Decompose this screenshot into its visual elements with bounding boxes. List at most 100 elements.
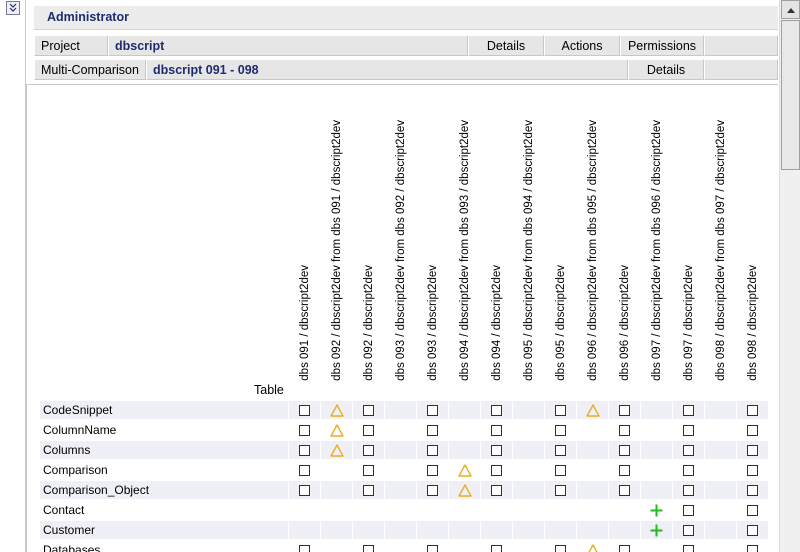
grid-cell[interactable] <box>353 401 384 419</box>
checkbox-icon[interactable] <box>555 464 566 476</box>
checkbox-icon[interactable] <box>619 404 630 416</box>
checkbox-icon[interactable] <box>747 444 758 456</box>
grid-cell[interactable] <box>737 541 768 552</box>
checkbox-icon[interactable] <box>619 544 630 552</box>
grid-cell[interactable] <box>289 441 320 459</box>
checkbox-icon[interactable] <box>747 424 758 436</box>
grid-cell[interactable] <box>545 401 576 419</box>
warning-triangle-icon[interactable] <box>586 543 600 552</box>
checkbox-icon[interactable] <box>299 444 310 456</box>
grid-cell[interactable] <box>673 421 704 439</box>
checkbox-icon[interactable] <box>555 444 566 456</box>
checkbox-icon[interactable] <box>299 484 310 496</box>
checkbox-icon[interactable] <box>427 404 438 416</box>
checkbox-icon[interactable] <box>747 484 758 496</box>
grid-cell[interactable] <box>417 441 448 459</box>
grid-cell[interactable] <box>289 401 320 419</box>
checkbox-icon[interactable] <box>747 504 758 516</box>
checkbox-icon[interactable] <box>491 444 502 456</box>
grid-cell[interactable] <box>609 461 640 479</box>
checkbox-icon[interactable] <box>555 544 566 552</box>
checkbox-icon[interactable] <box>299 464 310 476</box>
scroll-thumb[interactable] <box>781 20 800 170</box>
added-plus-icon[interactable] <box>650 504 663 517</box>
grid-cell[interactable] <box>481 461 512 479</box>
checkbox-icon[interactable] <box>747 464 758 476</box>
grid-cell[interactable] <box>353 461 384 479</box>
warning-triangle-icon[interactable] <box>585 403 600 417</box>
warning-triangle-icon[interactable] <box>329 403 344 417</box>
warning-triangle-icon[interactable] <box>457 463 472 477</box>
grid-cell[interactable] <box>289 421 320 439</box>
checkbox-icon[interactable] <box>555 424 566 436</box>
grid-cell[interactable] <box>673 441 704 459</box>
grid-cell[interactable] <box>321 421 352 439</box>
checkbox-icon[interactable] <box>683 504 694 516</box>
grid-cell[interactable] <box>449 461 480 479</box>
grid-cell[interactable] <box>641 501 672 519</box>
checkbox-icon[interactable] <box>363 424 374 436</box>
table-name[interactable]: Customer <box>40 521 288 539</box>
checkbox-icon[interactable] <box>299 424 310 436</box>
table-name[interactable]: Contact <box>40 501 288 519</box>
grid-cell[interactable] <box>577 401 608 419</box>
checkbox-icon[interactable] <box>427 464 438 476</box>
grid-cell[interactable] <box>321 441 352 459</box>
grid-cell[interactable] <box>673 521 704 539</box>
grid-cell[interactable] <box>353 441 384 459</box>
warning-triangle-icon[interactable] <box>329 443 344 457</box>
checkbox-icon[interactable] <box>491 424 502 436</box>
checkbox-icon[interactable] <box>683 444 694 456</box>
table-name[interactable]: Comparison_Object <box>40 481 288 499</box>
checkbox-icon[interactable] <box>747 404 758 416</box>
grid-cell[interactable] <box>417 541 448 552</box>
checkbox-icon[interactable] <box>299 544 310 552</box>
grid-cell[interactable] <box>321 401 352 419</box>
grid-cell[interactable] <box>289 481 320 499</box>
warning-triangle-icon[interactable] <box>457 483 472 497</box>
checkbox-icon[interactable] <box>491 404 502 416</box>
grid-cell[interactable] <box>481 541 512 552</box>
checkbox-icon[interactable] <box>683 484 694 496</box>
grid-cell[interactable] <box>609 441 640 459</box>
grid-cell[interactable] <box>289 461 320 479</box>
grid-cell[interactable] <box>353 541 384 552</box>
checkbox-icon[interactable] <box>619 444 630 456</box>
checkbox-icon[interactable] <box>299 404 310 416</box>
grid-cell[interactable] <box>737 401 768 419</box>
grid-cell[interactable] <box>289 541 320 552</box>
grid-cell[interactable] <box>609 481 640 499</box>
checkbox-icon[interactable] <box>619 484 630 496</box>
grid-cell[interactable] <box>673 481 704 499</box>
grid-cell[interactable] <box>417 421 448 439</box>
grid-cell[interactable] <box>673 501 704 519</box>
checkbox-icon[interactable] <box>427 484 438 496</box>
checkbox-icon[interactable] <box>619 424 630 436</box>
grid-cell[interactable] <box>417 461 448 479</box>
table-name[interactable]: CodeSnippet <box>40 401 288 419</box>
grid-cell[interactable] <box>449 481 480 499</box>
checkbox-icon[interactable] <box>683 464 694 476</box>
table-name[interactable]: Columns <box>40 441 288 459</box>
grid-cell[interactable] <box>737 441 768 459</box>
grid-cell[interactable] <box>737 421 768 439</box>
added-plus-icon[interactable] <box>650 524 663 537</box>
table-name[interactable]: Comparison <box>40 461 288 479</box>
grid-cell[interactable] <box>481 421 512 439</box>
grid-cell[interactable] <box>353 481 384 499</box>
grid-cell[interactable] <box>737 501 768 519</box>
checkbox-icon[interactable] <box>747 524 758 536</box>
grid-cell[interactable] <box>609 421 640 439</box>
checkbox-icon[interactable] <box>363 464 374 476</box>
checkbox-icon[interactable] <box>363 544 374 552</box>
checkbox-icon[interactable] <box>683 424 694 436</box>
grid-cell[interactable] <box>545 441 576 459</box>
checkbox-icon[interactable] <box>427 444 438 456</box>
grid-cell[interactable] <box>737 521 768 539</box>
checkbox-icon[interactable] <box>427 544 438 552</box>
checkbox-icon[interactable] <box>683 544 694 552</box>
checkbox-icon[interactable] <box>683 524 694 536</box>
checkbox-icon[interactable] <box>683 404 694 416</box>
project-details-button[interactable]: Details <box>468 35 544 56</box>
table-name[interactable]: ColumnName <box>40 421 288 439</box>
